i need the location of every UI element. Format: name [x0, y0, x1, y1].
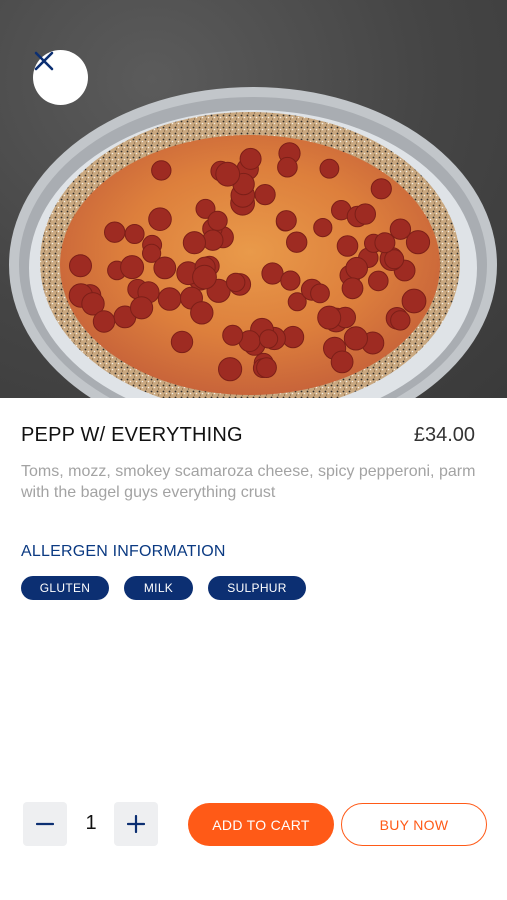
pepperoni-slice: [354, 203, 376, 225]
product-image: [0, 0, 507, 398]
pepperoni-slice: [401, 288, 427, 314]
pepperoni-slice: [157, 287, 182, 311]
pepperoni-slice: [226, 272, 246, 293]
pepperoni-slice: [170, 330, 194, 354]
pepperoni-slice: [192, 264, 217, 290]
pepperoni-slice: [345, 256, 369, 280]
pepperoni-slice: [218, 357, 243, 382]
allergen-heading: ALLERGEN INFORMATION: [21, 543, 226, 560]
pepperoni-slice: [261, 262, 284, 285]
allergen-chip-gluten: GLUTEN: [21, 576, 109, 600]
pepperoni-slice: [313, 218, 333, 238]
pepperoni-slice: [69, 254, 92, 278]
close-button[interactable]: [33, 50, 88, 105]
pepperoni-slice: [389, 218, 412, 240]
close-icon: [34, 51, 54, 71]
pepperoni-slice: [317, 305, 342, 330]
quantity-decrease-button[interactable]: [23, 802, 67, 846]
pepperoni-slice: [151, 160, 172, 181]
pepperoni-slice: [153, 256, 177, 280]
pepperoni-slice: [374, 232, 396, 254]
pepperoni-slice: [319, 158, 340, 179]
pepperoni-slice: [277, 156, 298, 178]
pepperoni-slice: [190, 301, 214, 325]
add-to-cart-button[interactable]: ADD TO CART: [188, 803, 334, 846]
pepperoni-slice: [390, 310, 411, 331]
pepperoni-slice: [286, 231, 308, 253]
pepperoni-slice: [280, 270, 301, 291]
pepperoni-slice: [330, 350, 354, 374]
quantity-value: 1: [85, 812, 97, 834]
pepperoni-slice: [182, 231, 206, 255]
pepperoni-slice: [343, 326, 368, 351]
allergen-list: GLUTEN MILK SULPHUR: [21, 576, 306, 600]
pepperoni-slice: [124, 224, 145, 244]
plus-icon: [127, 815, 145, 833]
product-price: £34.00: [413, 424, 475, 446]
pepperoni-slice: [222, 324, 244, 346]
pepperoni-slice: [336, 235, 359, 257]
pepperoni-slice: [259, 329, 279, 349]
pepperoni-slice: [215, 161, 241, 187]
allergen-chip-sulphur: SULPHUR: [208, 576, 306, 600]
pepperoni-slice: [130, 296, 154, 320]
pepperoni-slice: [148, 207, 172, 231]
product-title: PEPP W/ EVERYTHING: [21, 424, 243, 446]
pepperoni-slice: [254, 184, 276, 206]
pepperoni-slice: [310, 283, 330, 304]
product-description: Toms, mozz, smokey scamaroza cheese, spi…: [21, 463, 476, 501]
pepperoni-slice: [239, 147, 262, 170]
pepperoni-slice: [92, 310, 116, 333]
pepperoni-slice: [341, 277, 364, 300]
pepperoni-slice: [275, 210, 297, 232]
minus-icon: [36, 822, 54, 826]
pepperoni-slice: [370, 178, 392, 200]
pepperoni-slice: [207, 210, 228, 231]
pepperoni-slice: [368, 270, 389, 292]
quantity-increase-button[interactable]: [114, 802, 158, 846]
pepperoni-slice: [104, 221, 126, 243]
pepperoni-slice: [120, 255, 145, 280]
buy-now-button[interactable]: BUY NOW: [341, 803, 487, 846]
pepperoni-slice: [256, 357, 277, 379]
allergen-chip-milk: MILK: [124, 576, 193, 600]
